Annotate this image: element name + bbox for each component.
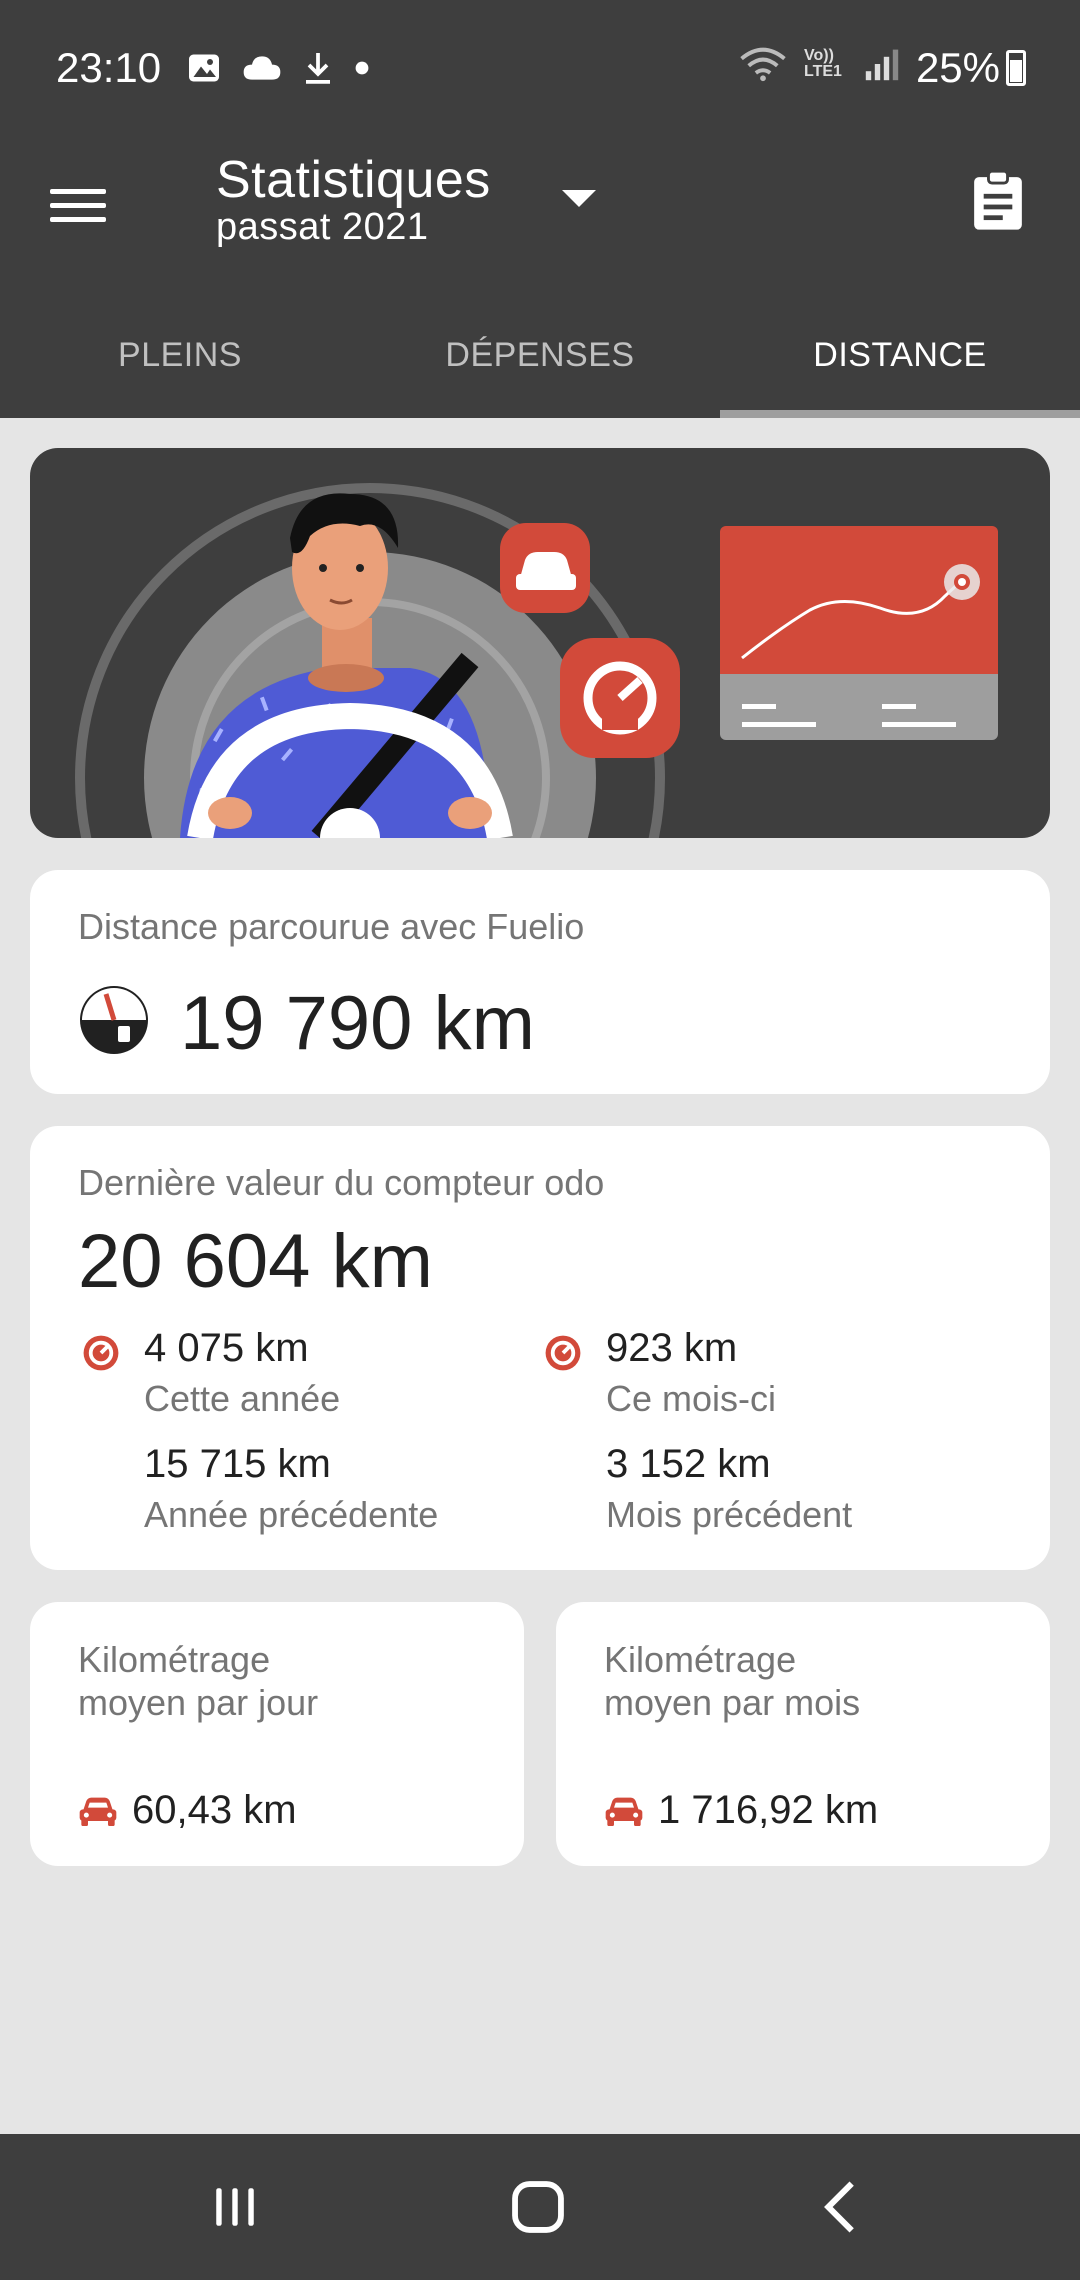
prev-year-value: 15 715 km bbox=[144, 1442, 331, 1486]
wifi-icon bbox=[740, 47, 786, 82]
this-year-value: 4 075 km bbox=[144, 1326, 309, 1370]
system-nav-bar bbox=[0, 2134, 1080, 2280]
avg-per-month-value: 1 716,92 km bbox=[658, 1788, 879, 1832]
this-month-value: 923 km bbox=[606, 1326, 738, 1370]
status-time: 23:10 bbox=[56, 44, 162, 91]
report-button[interactable] bbox=[968, 169, 1038, 250]
avg-per-month-row: 1 716,92 km bbox=[604, 1788, 878, 1833]
car-icon bbox=[79, 1797, 117, 1826]
avg-per-month-label: Kilométrage moyen par mois bbox=[604, 1639, 861, 1723]
battery-status: 25% bbox=[916, 44, 1026, 92]
back-icon bbox=[824, 2181, 854, 2233]
speedometer-icon bbox=[545, 1335, 581, 1371]
recent-apps-icon bbox=[216, 2188, 254, 2226]
distance-card: Distance parcourue avec Fuelio 19 790 km bbox=[30, 870, 1050, 1094]
tab-bar: PLEINS DÉPENSES DISTANCE bbox=[0, 292, 1080, 418]
avg-per-day-label: Kilométrage moyen par jour bbox=[78, 1639, 319, 1723]
vehicle-name: passat 2021 bbox=[216, 206, 429, 248]
avg-per-day-row: 60,43 km bbox=[78, 1788, 297, 1833]
status-bar: 23:10 Vo)) LTE1 25% bbox=[0, 0, 1080, 130]
prev-month-value: 3 152 km bbox=[606, 1442, 771, 1486]
hero-illustration bbox=[30, 448, 1050, 838]
clipboard-icon bbox=[974, 169, 1022, 230]
page-title: Statistiques bbox=[216, 151, 491, 209]
menu-icon bbox=[50, 189, 120, 222]
tab-pleins[interactable]: PLEINS bbox=[0, 292, 360, 418]
odometer-label: Dernière valeur du compteur odo bbox=[78, 1162, 605, 1203]
recent-apps-button[interactable] bbox=[135, 2134, 335, 2280]
menu-button[interactable] bbox=[50, 180, 120, 240]
fuel-gauge-icon bbox=[80, 986, 148, 1054]
battery-percent: 25% bbox=[915, 44, 1000, 91]
odometer-card: Dernière valeur du compteur odo 20 604 k… bbox=[30, 1126, 1050, 1570]
status-icons-right: Vo)) LTE1 bbox=[738, 46, 900, 82]
back-button[interactable] bbox=[740, 2134, 940, 2280]
car-icon bbox=[605, 1797, 643, 1826]
odometer-value: 20 604 km bbox=[78, 1219, 433, 1304]
cloud-icon bbox=[243, 56, 281, 80]
status-icons-left bbox=[186, 50, 370, 86]
distance-label: Distance parcourue avec Fuelio bbox=[78, 906, 585, 947]
image-icon bbox=[189, 54, 219, 82]
tab-distance[interactable]: DISTANCE bbox=[720, 292, 1080, 418]
prev-month-label: Mois précédent bbox=[606, 1494, 853, 1535]
signal-icon bbox=[865, 49, 899, 81]
volte-icon: Vo)) LTE1 bbox=[804, 47, 842, 80]
driver-illustration bbox=[75, 483, 998, 838]
home-icon bbox=[512, 2181, 564, 2233]
app-bar: Statistiques passat 2021 bbox=[0, 130, 1080, 292]
avg-per-day-value: 60,43 km bbox=[132, 1788, 297, 1832]
this-year-label: Cette année bbox=[144, 1378, 341, 1419]
dot-icon bbox=[355, 61, 369, 75]
vehicle-selector[interactable]: Statistiques passat 2021 bbox=[216, 150, 491, 249]
distance-value: 19 790 km bbox=[180, 981, 535, 1066]
download-icon bbox=[306, 53, 330, 84]
battery-icon bbox=[1006, 50, 1026, 86]
dropdown-caret-icon[interactable] bbox=[562, 190, 596, 207]
avg-per-day-card: Kilométrage moyen par jour 60,43 km bbox=[30, 1602, 524, 1866]
avg-per-month-card: Kilométrage moyen par mois 1 716,92 km bbox=[556, 1602, 1050, 1866]
this-month-label: Ce mois-ci bbox=[606, 1378, 777, 1419]
tab-depenses[interactable]: DÉPENSES bbox=[360, 292, 720, 418]
home-button[interactable] bbox=[438, 2134, 638, 2280]
prev-year-label: Année précédente bbox=[144, 1494, 439, 1535]
speedometer-icon bbox=[83, 1335, 119, 1371]
